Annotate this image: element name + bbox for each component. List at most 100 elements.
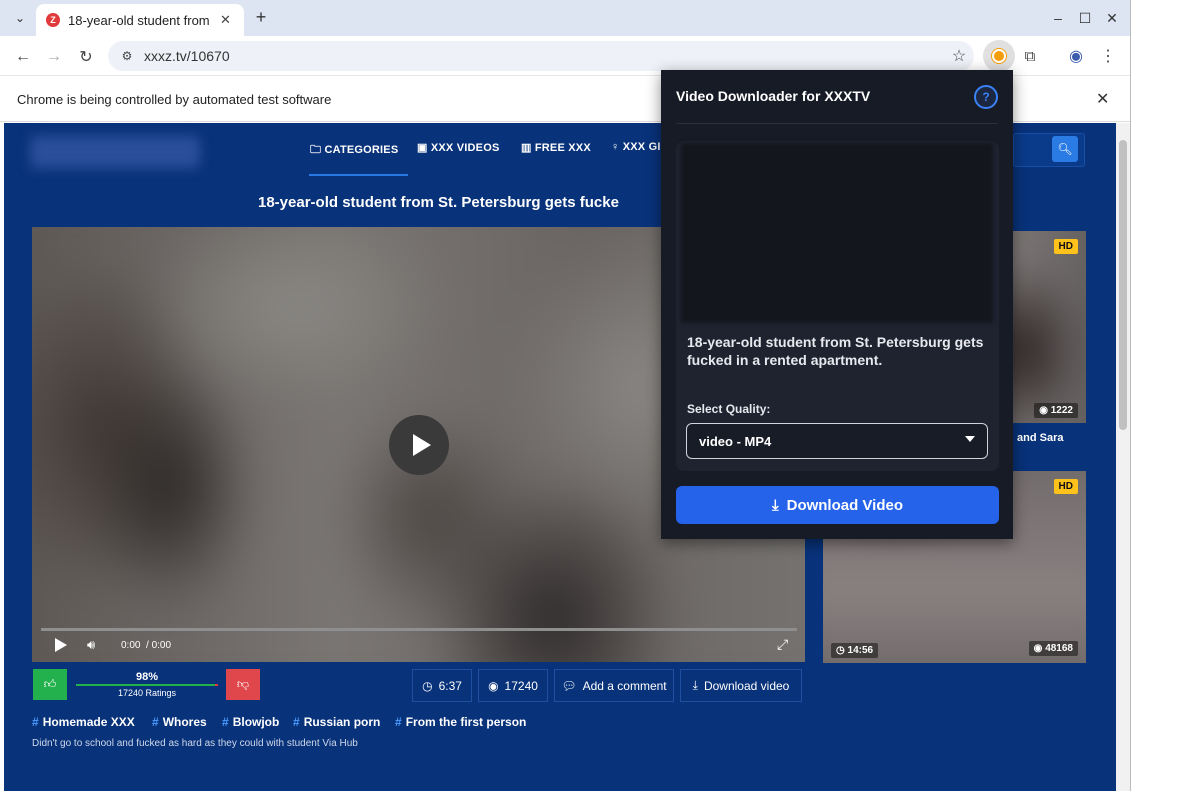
tab-title: 18-year-old student from St. Petersburg … <box>68 12 212 28</box>
hash-icon: # <box>395 715 402 729</box>
tag-label: From the first person <box>405 715 527 729</box>
forward-arrow-icon[interactable]: → <box>41 44 67 70</box>
nav-label: XXX VIDEOS <box>430 142 500 154</box>
popup-video-title: 18-year-old student from St. Petersburg … <box>687 334 984 368</box>
play-control-button[interactable] <box>55 638 69 654</box>
big-play-button[interactable] <box>389 415 449 475</box>
window-edge <box>1130 0 1131 791</box>
comments-icon: 💬︎ <box>561 678 577 693</box>
maximize-icon[interactable]: ☐ <box>1073 6 1097 30</box>
duration-value: 14:56 <box>847 645 874 656</box>
download-icon: ⤓ <box>771 496 779 514</box>
infobar-close-icon[interactable]: ✕ <box>1096 89 1109 109</box>
download-label: Download video <box>703 678 790 693</box>
thumbs-up-icon: 👍︎ <box>43 677 57 691</box>
extension-video-downloader-button[interactable] <box>983 40 1015 72</box>
tab-search-chevron-icon[interactable]: ⌄ <box>8 6 32 30</box>
page-scrollbar-thumb[interactable] <box>1119 140 1127 430</box>
nav-free-xxx[interactable]: ▥ FREE XXX <box>521 141 591 154</box>
tag-link[interactable]: # Homemade XXX <box>32 715 135 729</box>
eye-icon: ◉ <box>1033 643 1043 654</box>
time-display: 0:00 / 0:00 <box>121 640 171 651</box>
tag-link[interactable]: # Russian porn <box>293 715 380 729</box>
extension-logo-icon <box>992 49 1006 63</box>
comment-label: Add a comment <box>582 678 667 693</box>
desktop-background <box>1130 0 1200 791</box>
close-window-icon[interactable]: ✕ <box>1100 6 1124 30</box>
bar-chart-icon: ▥ <box>521 142 532 154</box>
video-progress-bar[interactable] <box>41 628 797 631</box>
download-video-button-popup[interactable]: ⤓ Download Video <box>676 486 999 524</box>
duration-stat: ◷ 14:56 <box>831 643 879 658</box>
clock-icon: ◷ <box>836 645 845 656</box>
kebab-menu-icon[interactable]: ⋮ <box>1096 44 1120 68</box>
profile-icon[interactable]: ◉ <box>1064 44 1088 68</box>
eye-icon: ◉ <box>1039 405 1048 416</box>
tag-link[interactable]: # Blowjob <box>222 715 279 729</box>
site-info-icon[interactable]: ⚙ <box>112 49 142 63</box>
download-icon: ⤓ <box>692 678 698 692</box>
chevron-down-icon <box>965 436 975 442</box>
add-comment-button[interactable]: 💬︎ Add a comment <box>554 669 674 702</box>
hash-icon: # <box>32 715 39 729</box>
back-arrow-icon[interactable]: ← <box>10 44 36 70</box>
nav-categories[interactable]: 🗀 CATEGORIES <box>310 141 398 160</box>
hash-icon: # <box>293 715 300 729</box>
quality-label: Select Quality: <box>687 402 771 416</box>
new-tab-button[interactable]: + <box>250 6 272 28</box>
video-thumbnail-preview <box>681 143 993 323</box>
fullscreen-icon[interactable]: ⤢ <box>777 636 788 653</box>
hash-icon: # <box>222 715 229 729</box>
views-box: ◉ 17240 <box>478 669 548 702</box>
thumbs-down-icon: 👎︎ <box>236 677 250 691</box>
nav-xxx-videos[interactable]: ▣ XXX VIDEOS <box>417 141 500 154</box>
download-button-label: Download Video <box>786 496 904 514</box>
reload-icon[interactable]: ↻ <box>73 44 99 70</box>
divider <box>676 123 998 124</box>
infobar-text: Chrome is being controlled by automated … <box>17 92 332 107</box>
nav-label: FREE XXX <box>534 142 591 154</box>
nav-xxx-gi[interactable]: ♀ XXX GI <box>611 141 661 153</box>
search-icon[interactable]: 🔍︎ <box>1052 136 1078 162</box>
like-button[interactable]: 👍︎ <box>33 669 67 700</box>
female-icon: ♀ <box>611 141 620 153</box>
eye-icon: ◉ <box>488 678 499 693</box>
rating-percent: 98% <box>135 671 159 683</box>
calendar-icon: ▣ <box>417 142 428 154</box>
hd-badge: HD <box>1053 479 1078 494</box>
url-text[interactable]: xxxz.tv/10670 <box>144 48 944 64</box>
video-title: 18-year-old student from St. Petersburg … <box>258 194 619 211</box>
help-button[interactable]: ? <box>974 85 998 109</box>
play-icon <box>412 434 431 456</box>
views-stat: ◉ 1222 <box>1034 403 1078 418</box>
address-bar[interactable]: ⚙ xxxz.tv/10670 ☆ <box>108 41 974 71</box>
total-time: / 0:00 <box>146 640 172 651</box>
dislike-button[interactable]: 👎︎ <box>226 669 260 700</box>
popup-title: Video Downloader for XXXTV <box>676 88 871 104</box>
clock-icon: ◷ <box>422 678 433 693</box>
hd-badge: HD <box>1053 239 1078 254</box>
site-logo[interactable] <box>30 136 200 168</box>
video-description: Didn't go to school and fucked as hard a… <box>32 738 358 749</box>
views-value: 48168 <box>1045 643 1073 654</box>
active-tab[interactable]: Z 18-year-old student from St. Petersbur… <box>36 4 244 36</box>
nav-active-underline <box>309 174 408 176</box>
bookmark-star-icon[interactable]: ☆ <box>944 46 974 66</box>
quality-select[interactable]: video - MP4 <box>686 423 988 459</box>
tag-link[interactable]: # Whores <box>152 715 207 729</box>
nav-label: CATEGORIES <box>324 144 399 156</box>
tag-label: Russian porn <box>303 715 381 729</box>
tag-label: Homemade XXX <box>42 715 135 729</box>
volume-icon[interactable]: 🔊︎ <box>87 637 95 653</box>
download-video-button[interactable]: ⤓ Download video <box>680 669 802 702</box>
current-time: 0:00 <box>121 640 141 651</box>
tab-close-icon[interactable]: ✕ <box>220 12 231 28</box>
minimize-icon[interactable]: – <box>1046 6 1070 30</box>
duration-value: 6:37 <box>438 678 462 693</box>
related-video-title[interactable]: and Sara <box>1017 432 1063 444</box>
extensions-puzzle-icon[interactable]: ⧉ <box>1018 44 1042 68</box>
folder-icon: 🗀 <box>310 144 322 156</box>
tag-link[interactable]: # From the first person <box>395 715 526 729</box>
views-stat: ◉ 48168 <box>1028 641 1078 656</box>
duration-box: ◷ 6:37 <box>412 669 472 702</box>
